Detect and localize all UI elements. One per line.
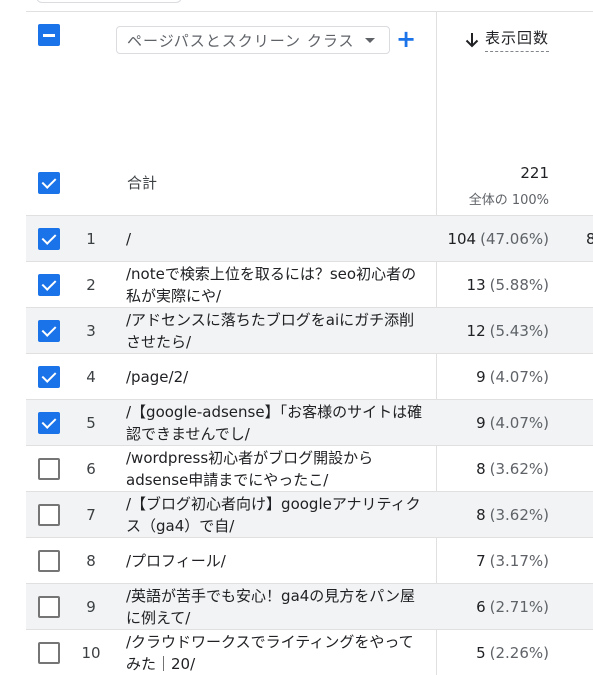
dimension-select-label: ページパスとスクリーン クラス (127, 31, 355, 50)
row-number: 3 (86, 322, 96, 340)
table-row[interactable]: 1 / 104 (47.06%) 8 (26, 215, 593, 261)
row-page-path[interactable]: /プロフィール/ (126, 538, 426, 584)
row-count: 5 (476, 644, 486, 662)
metric-column-header[interactable]: 表示回数 (465, 27, 549, 52)
row-count: 13 (466, 276, 486, 294)
row-count: 7 (476, 552, 486, 570)
totals-checkbox[interactable] (38, 172, 60, 194)
row-value: 6 (2.71%) (476, 584, 549, 630)
row-number: 4 (86, 368, 96, 386)
row-percent: (5.88%) (489, 276, 549, 294)
row-percent: (5.43%) (489, 322, 549, 340)
table-row[interactable]: 10 /クラウドワークスでライティングをやってみた｜20/ 5 (2.26%) (26, 629, 593, 675)
row-page-path[interactable]: /noteで検索上位を取るには？seo初心者の私が実際にや/ (126, 262, 426, 308)
row-value: 12 (5.43%) (467, 308, 549, 354)
row-percent: (4.07%) (489, 414, 549, 432)
table-row[interactable]: 6 /wordpress初心者がブログ開設からadsense申請までにやったこ/… (26, 445, 593, 491)
row-value: 8 (3.62%) (476, 446, 549, 492)
row-count: 8 (476, 460, 486, 478)
row-page-path[interactable]: /クラウドワークスでライティングをやってみた｜20/ (126, 630, 426, 675)
row-number: 10 (81, 644, 101, 662)
row-value: 5 (2.26%) (476, 630, 549, 675)
row-checkbox[interactable] (38, 458, 60, 480)
row-page-path[interactable]: /wordpress初心者がブログ開設からadsense申請までにやったこ/ (126, 446, 426, 492)
row-count: 6 (476, 598, 486, 616)
top-divider (26, 11, 593, 12)
table-row[interactable]: 4 /page/2/ 9 (4.07%) (26, 353, 593, 399)
select-all-checkbox-icon[interactable] (38, 24, 60, 46)
row-checkbox[interactable] (38, 550, 60, 572)
row-number: 2 (86, 276, 96, 294)
row-percent: (3.62%) (489, 460, 549, 478)
table-row[interactable]: 8 /プロフィール/ 7 (3.17%) (26, 537, 593, 583)
row-checkbox[interactable] (38, 274, 60, 296)
table-body: 1 / 104 (47.06%) 8 2 /noteで検索上位を取るには？seo初… (26, 215, 593, 675)
totals-percent: 全体の 100% (468, 193, 549, 208)
row-count: 104 (447, 230, 477, 248)
caret-down-icon (365, 38, 375, 43)
row-value: 9 (4.07%) (476, 354, 549, 400)
row-value: 7 (3.17%) (476, 538, 549, 584)
row-page-path[interactable]: /page/2/ (126, 354, 426, 400)
row-count: 9 (476, 368, 486, 386)
metric-label: 表示回数 (484, 27, 549, 52)
row-checkbox[interactable] (38, 642, 60, 664)
row-number: 8 (86, 552, 96, 570)
row-percent: (3.62%) (489, 506, 549, 524)
table-row[interactable]: 2 /noteで検索上位を取るには？seo初心者の私が実際にや/ 13 (5.88… (26, 261, 593, 307)
totals-value: 221 (520, 164, 549, 182)
row-value: 13 (5.88%) (467, 262, 549, 308)
row-percent: (3.17%) (489, 552, 549, 570)
table-row[interactable]: 9 /英語が苦手でも安心！ga4の見方をパン屋に例えて/ 6 (2.71%) (26, 583, 593, 629)
row-count: 9 (476, 414, 486, 432)
row-number: 1 (86, 230, 96, 248)
row-number: 7 (86, 506, 96, 524)
row-count: 8 (476, 506, 486, 524)
row-value: 8 (3.62%) (476, 492, 549, 538)
row-checkbox[interactable] (38, 366, 60, 388)
top-control-stub (36, 0, 182, 3)
row-checkbox[interactable] (38, 228, 60, 250)
row-number: 5 (86, 414, 96, 432)
row-percent: (47.06%) (480, 230, 549, 248)
row-value: 9 (4.07%) (476, 400, 549, 446)
row-page-path[interactable]: /【google-adsense】「お客様のサイトは確認できませんでし/ (126, 400, 426, 446)
add-dimension-plus-icon[interactable]: + (396, 27, 416, 51)
row-number: 6 (86, 460, 96, 478)
dimension-select[interactable]: ページパスとスクリーン クラス (116, 26, 390, 54)
row-checkbox[interactable] (38, 412, 60, 434)
row-checkbox[interactable] (38, 504, 60, 526)
totals-label: 合計 (127, 174, 158, 192)
row-checkbox[interactable] (38, 320, 60, 342)
row-percent: (2.71%) (489, 598, 549, 616)
table-row[interactable]: 3 /アドセンスに落ちたブログをaiにガチ添削させたら/ 12 (5.43%) (26, 307, 593, 353)
row-page-path[interactable]: /英語が苦手でも安心！ga4の見方をパン屋に例えて/ (126, 584, 426, 630)
row-next-column-value: 8 (586, 230, 593, 248)
row-percent: (4.07%) (489, 368, 549, 386)
row-page-path[interactable]: /アドセンスに落ちたブログをaiにガチ添削させたら/ (126, 308, 426, 354)
table-row[interactable]: 5 /【google-adsense】「お客様のサイトは確認できませんでし/ 9… (26, 399, 593, 445)
row-count: 12 (466, 322, 486, 340)
row-number: 9 (86, 598, 96, 616)
row-percent: (2.26%) (489, 644, 549, 662)
row-checkbox[interactable] (38, 596, 60, 618)
report-table: ページパスとスクリーン クラス + 表示回数 合計 221 全体の 100% 1… (0, 0, 593, 675)
arrow-down-icon (465, 32, 479, 47)
row-value: 104 (47.06%) (447, 216, 549, 262)
row-page-path[interactable]: / (126, 216, 426, 262)
table-row[interactable]: 7 /【ブログ初心者向け】googleアナリティクス（ga4）で自/ 8 (3.6… (26, 491, 593, 537)
row-page-path[interactable]: /【ブログ初心者向け】googleアナリティクス（ga4）で自/ (126, 492, 426, 538)
